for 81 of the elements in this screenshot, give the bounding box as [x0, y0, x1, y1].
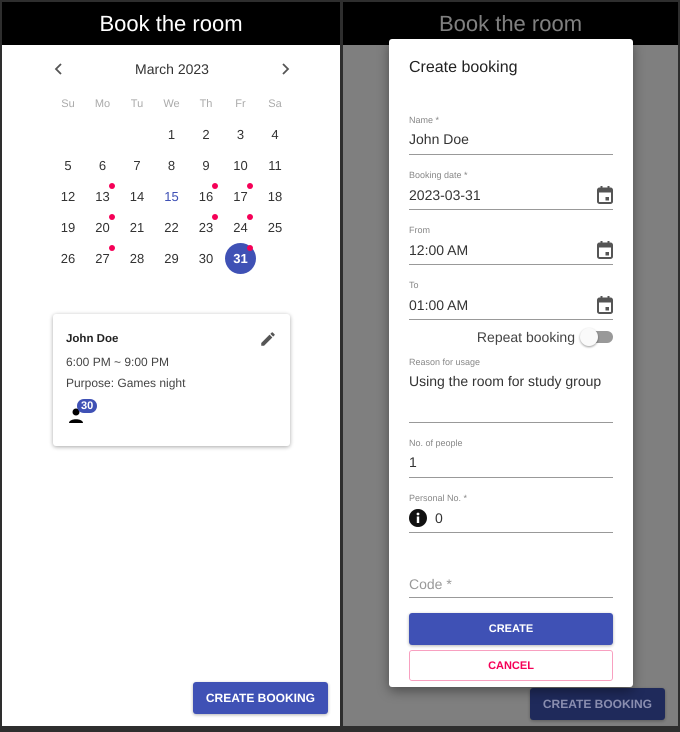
calendar-day[interactable]: 29: [156, 243, 187, 274]
weekday-label: We: [163, 98, 180, 110]
calendar-day[interactable]: 3: [225, 119, 256, 150]
input-field[interactable]: Name * John Doe: [409, 115, 613, 155]
weekday-label: Mo: [94, 98, 110, 110]
field-value: 01:00 AM: [409, 297, 470, 313]
create-booking-button[interactable]: CREATE BOOKING: [530, 688, 665, 720]
input-field[interactable]: Personal No. * 0: [409, 493, 613, 533]
weekday-label: Tu: [130, 98, 144, 110]
create-button[interactable]: CREATE: [409, 613, 613, 645]
booker-name: John Doe: [66, 333, 118, 345]
calendar-day[interactable]: 7: [122, 150, 152, 181]
calendar-day[interactable]: 9: [190, 150, 222, 181]
field-label: From: [409, 225, 431, 235]
calendar-day[interactable]: 22: [156, 212, 187, 243]
chevron-left-icon: [54, 63, 64, 75]
input-field[interactable]: From 12:00 AM: [409, 225, 613, 265]
field-label: Reason for usage: [409, 357, 482, 367]
field-value: Using the room for study group: [409, 373, 602, 389]
booking-time: 6:00 PM ~ 9:00 PM: [66, 355, 170, 369]
weekday-label: Su: [61, 98, 75, 110]
calendar-day[interactable]: 21: [122, 212, 152, 243]
people-count-badge: 30: [77, 399, 98, 413]
field-label: To: [409, 280, 420, 290]
calendar-day[interactable]: 26: [52, 243, 84, 274]
month-label: March 2023: [135, 61, 209, 77]
calendar-day[interactable]: 23: [190, 212, 222, 243]
calendar-day[interactable]: 8: [156, 150, 187, 181]
create-booking-button[interactable]: CREATE BOOKING: [192, 682, 328, 714]
field-placeholder: Code *: [409, 576, 453, 592]
toggle-label: Repeat booking: [476, 329, 575, 345]
calendar-day[interactable]: 11: [260, 150, 290, 181]
chevron-right-icon: [280, 63, 290, 75]
calendar-day[interactable]: 1: [156, 119, 187, 150]
calendar-icon[interactable]: [597, 296, 613, 314]
input-field[interactable]: Booking date * 2023-03-31: [409, 170, 613, 210]
pencil-icon[interactable]: [259, 330, 277, 348]
field-label: Name *: [409, 115, 440, 125]
weekday-label: Th: [200, 98, 212, 110]
field-value: 1: [409, 454, 418, 470]
calendar-day[interactable]: 27: [87, 243, 118, 274]
app-title: Book the room: [438, 10, 582, 36]
field-value: John Doe: [409, 131, 470, 147]
weekday-label: Sa: [268, 98, 282, 110]
calendar-day[interactable]: 28: [122, 243, 152, 274]
calendar-day[interactable]: 16: [190, 181, 222, 212]
calendar-day[interactable]: 25: [260, 212, 290, 243]
calendar-day[interactable]: 19: [52, 212, 84, 243]
calendar-icon[interactable]: [597, 186, 613, 204]
calendar-day[interactable]: 24: [225, 212, 256, 243]
calendar-day[interactable]: 6: [87, 150, 118, 181]
calendar-day[interactable]: 5: [52, 150, 84, 181]
calendar-day[interactable]: 2: [190, 119, 222, 150]
field-label: No. of people: [409, 438, 464, 448]
dialog-title: Create booking: [409, 59, 519, 77]
input-field[interactable]: No. of people 1: [409, 438, 613, 478]
calendar-day[interactable]: 14: [122, 181, 152, 212]
calendar-day[interactable]: 18: [260, 181, 290, 212]
calendar-day[interactable]: 17: [225, 181, 256, 212]
repeat-toggle[interactable]: [583, 331, 613, 343]
calendar-day[interactable]: 12: [52, 181, 84, 212]
input-field[interactable]: To 01:00 AM: [409, 280, 613, 320]
calendar-day[interactable]: 4: [260, 119, 290, 150]
calendar-day[interactable]: 30: [190, 243, 222, 274]
info-icon: [409, 509, 427, 527]
calendar-icon[interactable]: [597, 241, 613, 259]
field-value: 2023-03-31: [409, 187, 482, 203]
calendar-day[interactable]: 31: [225, 243, 256, 274]
input-field[interactable]: Reason for usage Using the room for study group: [409, 357, 613, 423]
field-label: Booking date *: [409, 170, 469, 180]
app-title: Book the room: [99, 10, 243, 36]
field-value: 0: [435, 510, 444, 526]
calendar-day[interactable]: 10: [225, 150, 256, 181]
weekday-label: Fr: [235, 98, 246, 110]
cancel-button[interactable]: CANCEL: [409, 650, 613, 681]
calendar-day[interactable]: 15: [156, 181, 187, 212]
field-label: Personal No. *: [409, 493, 468, 503]
booking-purpose: Purpose: Games night: [66, 376, 186, 390]
calendar-day[interactable]: 13: [87, 181, 118, 212]
field-value: 12:00 AM: [409, 242, 470, 258]
calendar-day[interactable]: 20: [87, 212, 118, 243]
